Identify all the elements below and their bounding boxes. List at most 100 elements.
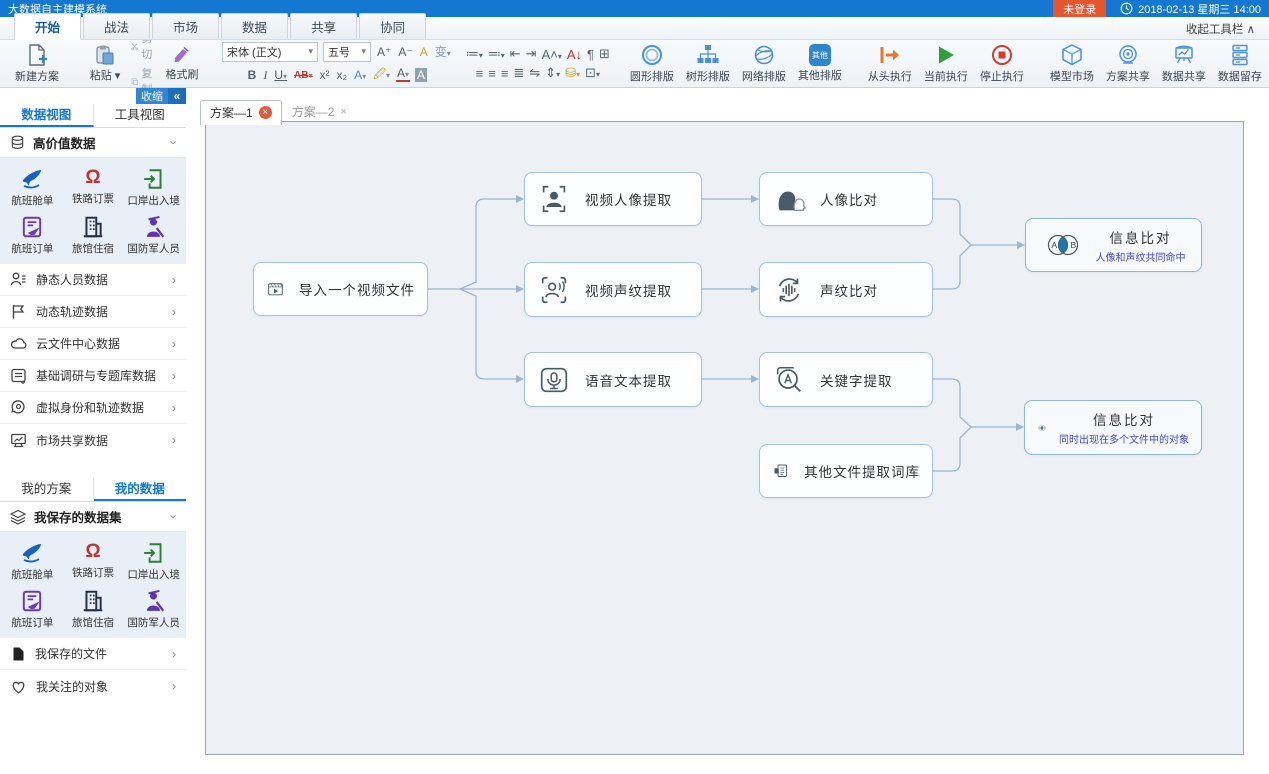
category-static-person[interactable]: 静态人员数据 › (0, 264, 186, 296)
data-share-button[interactable]: 数据共享 (1156, 42, 1212, 85)
dataset-border-entry[interactable]: 口岸出入境 (123, 164, 184, 208)
close-icon[interactable]: × (340, 106, 346, 118)
dataset-flight-manifest[interactable]: 航班舱单 (2, 164, 63, 208)
model-market-button[interactable]: 模型市场 (1044, 42, 1100, 85)
dataset-border-entry[interactable]: 口岸出入境 (123, 538, 184, 582)
justify-button[interactable]: ≣ (513, 65, 524, 81)
flag-icon (10, 303, 27, 320)
fill-color-button[interactable]: ⛁▾ (565, 65, 580, 81)
my-followed-objects[interactable]: 我关注的对象 › (0, 670, 186, 702)
grow-font-button[interactable]: A⁺ (376, 45, 392, 59)
node-face-extract[interactable]: 视频人像提取 (524, 172, 702, 226)
dataset-railway-ticket[interactable]: Ω 铁路订票 (63, 538, 124, 582)
stop-button[interactable]: 停止执行 (974, 42, 1030, 85)
shrink-font-button[interactable]: A⁻ (397, 45, 413, 59)
close-icon[interactable]: × (259, 106, 272, 119)
ribbon-tab[interactable]: 共享 (290, 13, 357, 39)
my-tab[interactable]: 我的方案 (0, 478, 94, 501)
high-value-header[interactable]: 高价值数据 › (0, 128, 186, 158)
align-left-button[interactable]: ≡ (476, 66, 484, 81)
font-color-button[interactable]: A▾ (396, 68, 410, 82)
dataset-military[interactable]: 国防军人员 (123, 586, 184, 630)
dataset-hotel-stay[interactable]: 旅馆住宿 (63, 212, 124, 256)
canvas-tab[interactable]: 方案—1 × (200, 100, 282, 125)
run-current-button[interactable]: 当前执行 (918, 42, 974, 85)
run-from-start-button[interactable]: 从头执行 (862, 42, 918, 85)
line-spacing-button[interactable]: ⇕▾ (545, 65, 560, 81)
data-retention-button[interactable]: 数据留存 (1212, 42, 1268, 85)
dataset-military[interactable]: 国防军人员 (123, 212, 184, 256)
underline-button[interactable]: U▾ (273, 68, 288, 82)
table-button[interactable]: ⊞ (599, 46, 610, 62)
circle-layout-button[interactable]: 圆形排版 (624, 42, 680, 85)
ribbon-tab[interactable]: 协同 (359, 13, 426, 39)
login-status-badge[interactable]: 未登录 (1053, 0, 1106, 17)
shading-button[interactable]: A (415, 68, 427, 82)
network-layout-button[interactable]: 网络排版 (736, 42, 792, 85)
node-other-files-lexicon[interactable]: 其他文件提取词库 (759, 444, 933, 498)
text-effects-button[interactable]: A▾ (353, 68, 367, 82)
canvas-tabbar: 方案—1 × 方案—2 × (200, 99, 357, 124)
canvas-tab[interactable]: 方案—2 × (282, 99, 357, 124)
highlight-button[interactable]: 🖉▾ (372, 65, 391, 86)
dataset-railway-ticket[interactable]: Ω 铁路订票 (63, 164, 124, 208)
flow-canvas[interactable]: 导入一个视频文件 视频人像提取 视频声纹提取 语音文本提取 人像比对 声纹比对 (205, 121, 1244, 755)
node-info-compare-1[interactable]: AB 信息比对 人像和声纹共同命中 (1025, 218, 1202, 272)
ribbon-tab[interactable]: 数据 (221, 13, 288, 39)
borders-button[interactable]: ⊡▾ (585, 65, 600, 81)
ribbon-tab[interactable]: 开始 (14, 13, 81, 40)
node-speech-to-text[interactable]: 语音文本提取 (524, 352, 702, 407)
node-face-compare[interactable]: 人像比对 (759, 172, 933, 226)
plan-share-button[interactable]: 方案共享 (1100, 42, 1156, 85)
my-tab[interactable]: 我的数据 (94, 478, 187, 501)
collapse-toolbar-button[interactable]: 收起工具栏 ∧ (1186, 21, 1255, 37)
node-import-video[interactable]: 导入一个视频文件 (253, 262, 428, 316)
indent-button[interactable]: ⇥ (526, 46, 537, 62)
font-family-select[interactable]: 宋体 (正文)▾ (222, 42, 318, 62)
distribute-button[interactable]: ⇋ (529, 65, 540, 81)
strikethrough-button[interactable]: AB▾ (293, 70, 313, 81)
ribbon-tab[interactable]: 市场 (152, 13, 219, 39)
superscript-button[interactable]: x² (319, 68, 331, 82)
view-tab[interactable]: 数据视图 (0, 104, 94, 127)
category-cloud-files[interactable]: 云文件中心数据 › (0, 328, 186, 360)
node-voiceprint-compare[interactable]: 声纹比对 (759, 262, 933, 317)
other-layout-button[interactable]: 其他 其他排版 (792, 43, 848, 84)
dataset-flight-order[interactable]: 航班订单 (2, 212, 63, 256)
dataset-flight-order[interactable]: 航班订单 (2, 586, 63, 630)
align-center-button[interactable]: ≡ (488, 66, 496, 81)
clear-format-button[interactable]: A (419, 45, 429, 59)
change-case-button[interactable]: 变▾ (434, 43, 452, 60)
bold-button[interactable]: B (247, 68, 258, 82)
align-right-button[interactable]: ≡ (501, 66, 509, 81)
keyword-search-icon (772, 363, 806, 397)
my-saved-files[interactable]: 我保存的文件 › (0, 638, 186, 670)
show-marks-button[interactable]: ¶ (587, 47, 594, 62)
saved-datasets-header[interactable]: 我保存的数据集 › (0, 502, 186, 532)
dataset-hotel-stay[interactable]: 旅馆住宿 (63, 586, 124, 630)
italic-button[interactable]: I (262, 68, 268, 83)
font-size-select[interactable]: 五号▾ (323, 42, 371, 62)
tree-layout-button[interactable]: 树形排版 (680, 42, 736, 85)
dataset-flight-manifest[interactable]: 航班舱单 (2, 538, 63, 582)
new-plan-button[interactable]: 新建方案 (9, 42, 65, 85)
category-market-share[interactable]: 市场共享数据 › (0, 424, 186, 456)
category-dynamic-track[interactable]: 动态轨迹数据 › (0, 296, 186, 328)
bullet-list-button[interactable]: ≔▾ (466, 46, 483, 62)
outdent-button[interactable]: ⇤ (510, 46, 521, 62)
sidebar-collapse-button[interactable]: 收缩 « (136, 88, 186, 104)
node-keyword-extract[interactable]: 关键字提取 (759, 352, 933, 407)
char-scale-button[interactable]: A˄▾ (542, 47, 562, 62)
subscript-button[interactable]: x₂ (336, 68, 349, 82)
format-painter-button[interactable]: 格式刷 (156, 44, 208, 83)
node-voiceprint-extract[interactable]: 视频声纹提取 (524, 262, 702, 317)
node-info-compare-2[interactable]: AB 信息比对 同时出现在多个文件中的对象 (1024, 400, 1202, 455)
category-virtual-identity[interactable]: 虚拟身份和轨迹数据 › (0, 392, 186, 424)
ribbon-tab[interactable]: 战法 (83, 13, 150, 39)
chevron-right-icon: › (172, 679, 176, 693)
sort-button[interactable]: A↓ (567, 47, 582, 62)
number-list-button[interactable]: ≕▾ (488, 46, 505, 62)
paste-button[interactable]: 粘贴 ▾ (79, 43, 131, 84)
category-survey-library[interactable]: 基础调研与专题库数据 › (0, 360, 186, 392)
view-tab[interactable]: 工具视图 (94, 104, 187, 127)
